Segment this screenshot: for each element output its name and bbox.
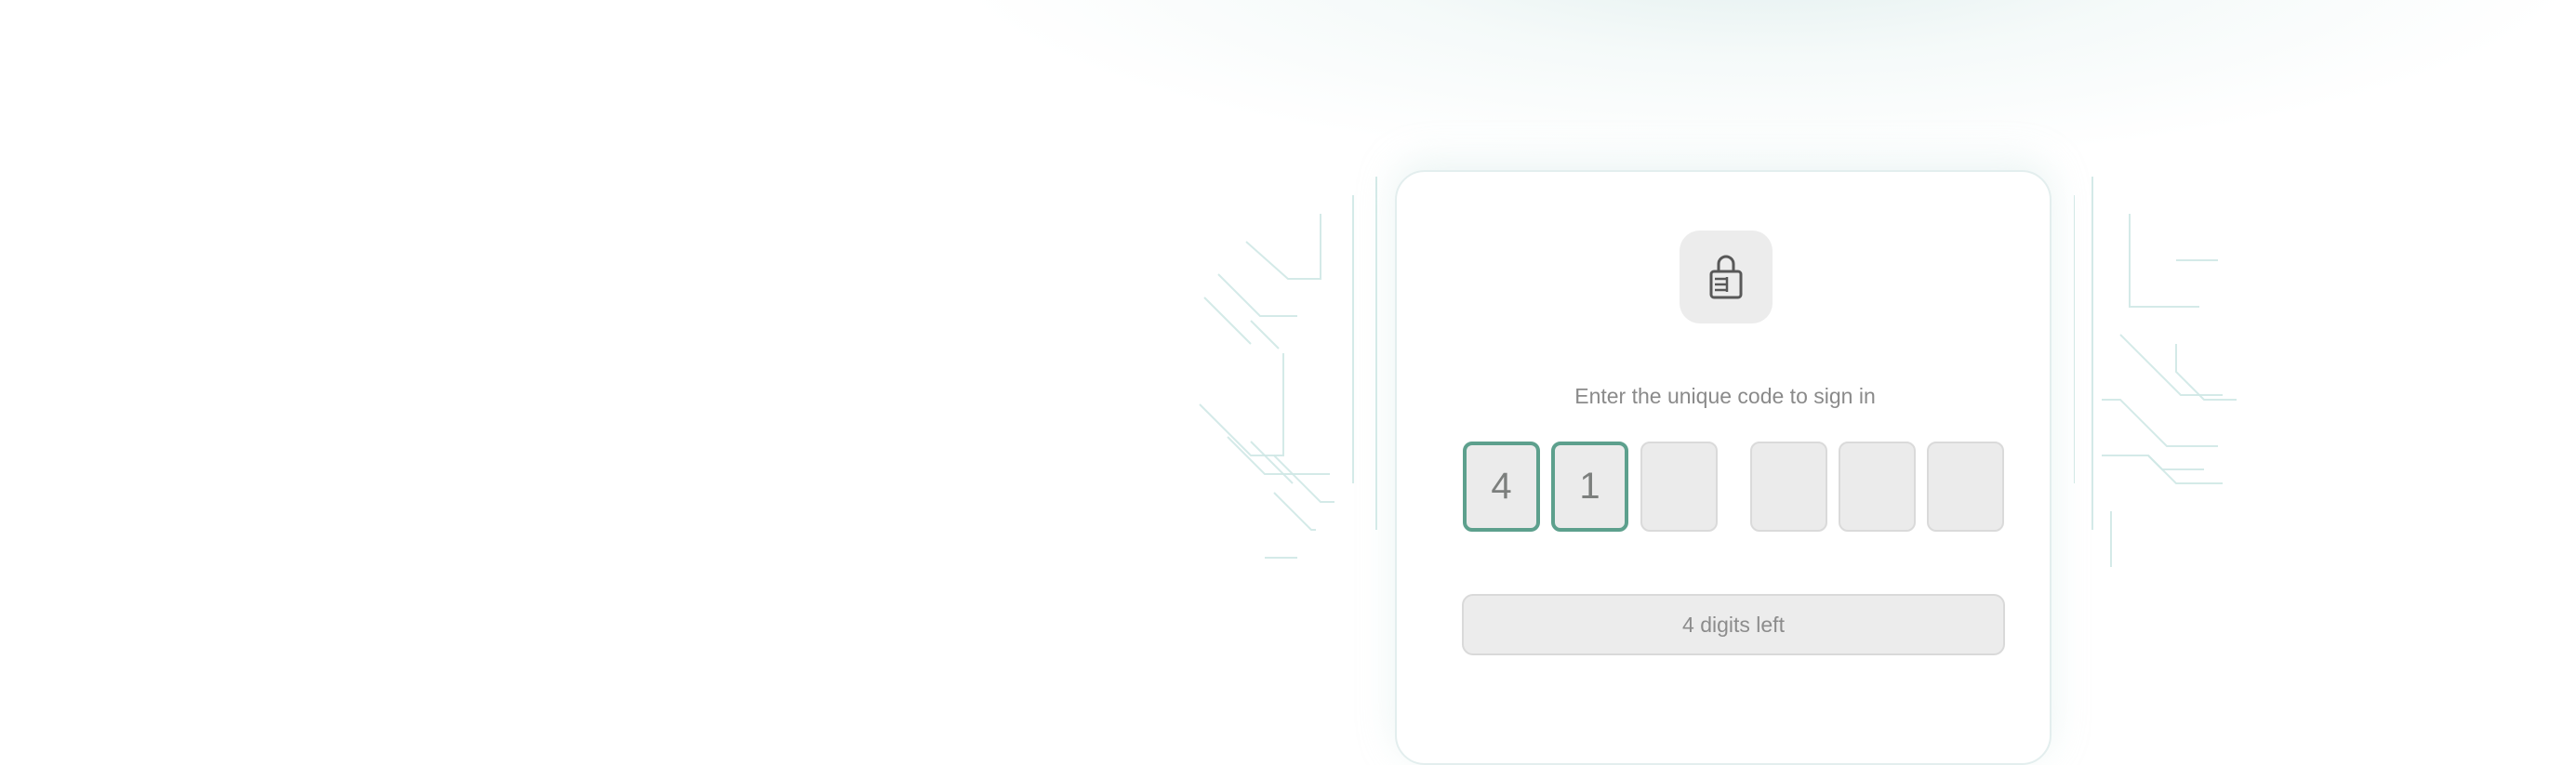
code-digit-1[interactable]: 4 (1463, 442, 1540, 532)
signin-card: Enter the unique code to sign in 4 1 4 d… (1395, 170, 2052, 765)
code-digit-4[interactable] (1750, 442, 1827, 532)
code-digit-5[interactable] (1839, 442, 1916, 532)
code-digit-3[interactable] (1640, 442, 1718, 532)
code-digit-2[interactable]: 1 (1551, 442, 1628, 532)
digits-left-button[interactable]: 4 digits left (1462, 594, 2005, 655)
circuit-decoration-left (1199, 177, 1377, 559)
lock-icon-tile (1680, 231, 1773, 323)
circuit-decoration-right (2074, 177, 2237, 567)
signin-prompt: Enter the unique code to sign in (1574, 384, 1876, 408)
lock-icon (1709, 255, 1743, 299)
top-glow (930, 0, 2576, 167)
code-digit-6[interactable] (1927, 442, 2004, 532)
